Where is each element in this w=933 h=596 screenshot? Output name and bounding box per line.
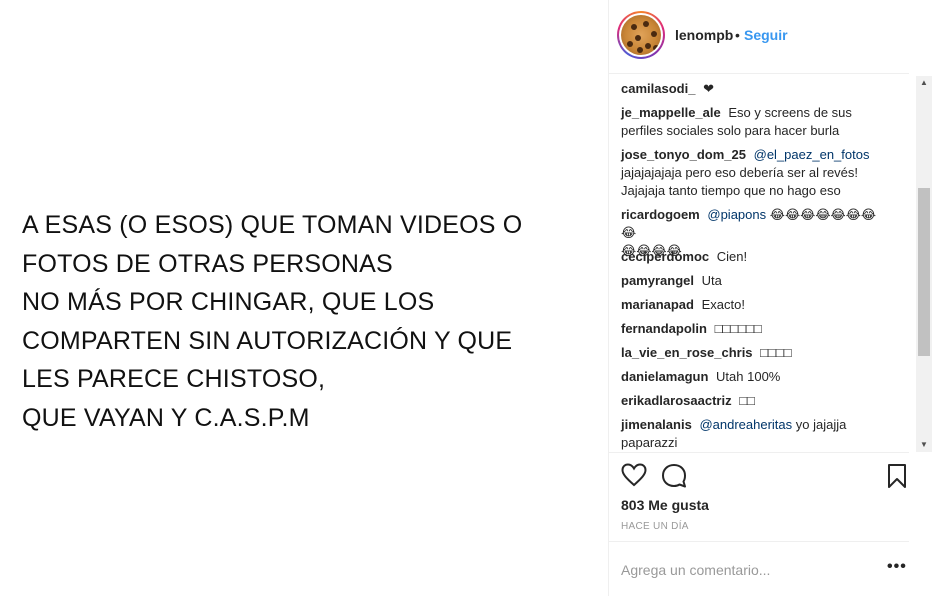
comment-text: Eso y screens de sus (728, 105, 852, 120)
comment: jose_tonyo_dom_25 @el_paez_en_fotos jaja… (621, 146, 891, 200)
post-timestamp[interactable]: HACE UN DÍA (621, 521, 689, 532)
post-image: A ESAS (O ESOS) QUE TOMAN VIDEOS O FOTOS… (0, 0, 600, 596)
comment: fernandapolin □□□□□□ (621, 320, 891, 338)
more-options-icon[interactable]: ••• (887, 558, 907, 576)
separator-dot: • (735, 27, 740, 43)
comment-username[interactable]: fernandapolin (621, 321, 707, 336)
follow-button[interactable]: Seguir (744, 27, 788, 43)
scroll-down-arrow-icon[interactable]: ▼ (916, 438, 932, 452)
comment: danielamagun Utah 100% (621, 368, 891, 386)
comment-text: perfiles sociales solo para hacer burla (621, 123, 840, 138)
comment-text: jajajajajaja pero eso debería ser al rev… (621, 165, 859, 180)
post-text-line: FOTOS DE OTRAS PERSONAS (22, 249, 393, 278)
comment: ceciperdomoc Cien! (621, 248, 891, 266)
comments-list: camilasodi_ ❤ je_mappelle_ale Eso y scre… (609, 80, 909, 452)
comment-username[interactable]: pamyrangel (621, 273, 694, 288)
post-actions: 803 Me gusta HACE UN DÍA (609, 452, 909, 542)
post-text-line: A ESAS (O ESOS) QUE TOMAN VIDEOS O (22, 211, 523, 239)
comment: camilasodi_ ❤ (621, 80, 891, 98)
comment-text: □□ (739, 393, 755, 408)
post-text-line: LES PARECE CHISTOSO, (22, 365, 326, 393)
comment-mention[interactable]: @el_paez_en_fotos (754, 147, 870, 162)
comment: la_vie_en_rose_chris □□□□ (621, 344, 891, 362)
post-text-line: QUE VAYAN Y C.A.S.P.M (22, 403, 310, 432)
comment: pamyrangel Uta (621, 272, 891, 290)
scroll-up-arrow-icon[interactable]: ▲ (916, 76, 932, 90)
post-header: lenompb • Seguir (609, 0, 909, 74)
comment-text: Exacto! (701, 297, 745, 312)
cookie-avatar-image (621, 15, 661, 55)
comment-text: Cien! (716, 249, 748, 264)
comment-username[interactable]: erikadlarosaactriz (621, 393, 732, 408)
comment-username[interactable]: camilasodi_ (621, 81, 695, 96)
scrollbar-thumb[interactable] (918, 188, 930, 356)
post-text-line: NO MÁS POR CHINGAR, QUE LOS (22, 288, 435, 316)
comment-text: Utah 100% (716, 369, 781, 384)
post-side-panel: lenompb • Seguir camilasodi_ ❤ je_mappel… (608, 0, 932, 596)
comment-text: □□□□□□ (714, 321, 762, 336)
like-heart-icon[interactable] (621, 463, 647, 492)
comment: marianapad Exacto! (621, 296, 891, 314)
add-comment-input[interactable] (621, 560, 861, 580)
comment-text: yo jajajja (795, 417, 847, 432)
comment-text: Uta (701, 273, 722, 288)
comments-scrollbar[interactable]: ▲ ▼ (916, 76, 932, 452)
username-link[interactable]: lenompb (675, 27, 733, 43)
likes-count[interactable]: 803 Me gusta (621, 497, 709, 513)
comment-username[interactable]: ricardogoem (621, 207, 700, 222)
comment-username[interactable]: jimenalanis (621, 417, 692, 432)
comment-username[interactable]: la_vie_en_rose_chris (621, 345, 753, 360)
add-comment-bar: ••• (609, 541, 909, 596)
comment-username[interactable]: danielamagun (621, 369, 708, 384)
comment-text: paparazzi (621, 435, 678, 450)
comment-bubble-icon[interactable] (661, 463, 687, 494)
comment-text: □□□□ (760, 345, 792, 360)
avatar[interactable] (617, 11, 665, 59)
comment-mention[interactable]: @piapons (707, 207, 766, 222)
comment: jimenalanis @andreaheritas yo jajajja pa… (621, 416, 891, 452)
comment-text: ❤ (703, 81, 714, 96)
comment-text: Jajajaja tanto tiempo que no hago eso (621, 183, 841, 198)
comment-username[interactable]: jose_tonyo_dom_25 (621, 147, 746, 162)
comment-mention[interactable]: @andreaheritas (699, 417, 792, 432)
post-caption-text: A ESAS (O ESOS) QUE TOMAN VIDEOS O FOTOS… (22, 206, 592, 437)
comment: je_mappelle_ale Eso y screens de sus per… (621, 104, 891, 140)
bookmark-save-icon[interactable] (887, 463, 907, 494)
comment-username[interactable]: ceciperdomoc (621, 249, 709, 264)
comment-username[interactable]: je_mappelle_ale (621, 105, 721, 120)
comment-username[interactable]: marianapad (621, 297, 694, 312)
comment: erikadlarosaactriz □□ (621, 392, 891, 410)
post-text-line: COMPARTEN SIN AUTORIZACIÓN Y QUE (22, 326, 513, 355)
